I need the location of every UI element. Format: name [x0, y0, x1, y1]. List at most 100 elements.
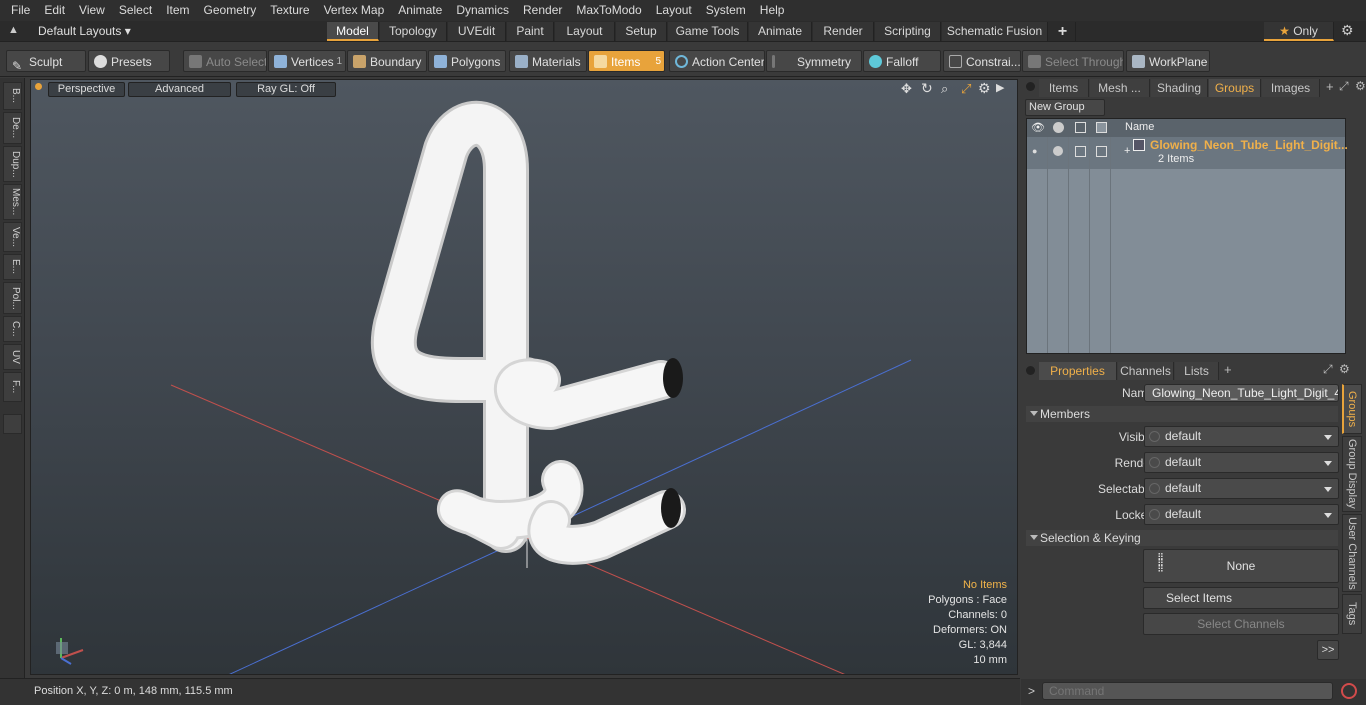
visible-dropdown[interactable]: default [1144, 426, 1339, 447]
side-tab-groups[interactable]: Groups [1342, 384, 1362, 434]
tab-schematic-fusion[interactable]: Schematic Fusion [942, 22, 1048, 41]
vertices-button[interactable]: Vertices 1 [268, 50, 346, 72]
lock-icon[interactable] [1096, 122, 1107, 133]
keying-none-button[interactable]: ⠿ ⠿ ⠿ None [1143, 549, 1339, 583]
menu-maxtomodo[interactable]: MaxToModo [569, 0, 648, 21]
tab-curve[interactable]: C... [3, 316, 22, 342]
row-eye-icon[interactable]: ● [1032, 146, 1037, 156]
tab-animate[interactable]: Animate [749, 22, 812, 41]
menu-help[interactable]: Help [753, 0, 792, 21]
presets-button[interactable]: Presets [88, 50, 170, 72]
tab-properties[interactable]: Properties [1039, 362, 1117, 380]
tab-uv[interactable]: UV [3, 344, 22, 370]
menu-render[interactable]: Render [516, 0, 569, 21]
add-tab-icon[interactable]: + [1326, 79, 1334, 94]
menu-system[interactable]: System [699, 0, 753, 21]
selectable-dropdown[interactable]: default [1144, 478, 1339, 499]
render-icon[interactable] [1053, 122, 1064, 133]
panel-menu-icon[interactable] [1026, 82, 1035, 91]
expand-plus-icon[interactable]: + [1124, 145, 1130, 157]
new-group-button[interactable]: New Group [1025, 99, 1105, 116]
tab-duplicate[interactable]: Dup... [3, 146, 22, 182]
props-menu-icon[interactable] [1026, 366, 1035, 375]
menu-select[interactable]: Select [112, 0, 159, 21]
select-icon[interactable] [1075, 122, 1086, 133]
tab-fusion[interactable]: F... [3, 372, 22, 402]
name-field[interactable]: Glowing_Neon_Tube_Light_Digit_4 (3) [1144, 384, 1339, 402]
layout-preset-dropdown[interactable]: Default Layouts ▾ [38, 23, 131, 40]
menu-item[interactable]: Item [159, 0, 196, 21]
side-tab-group-display[interactable]: Group Display [1342, 436, 1362, 512]
menu-texture[interactable]: Texture [263, 0, 316, 21]
panel-gear-icon[interactable]: ⚙ [1355, 79, 1366, 93]
menu-edit[interactable]: Edit [37, 0, 72, 21]
gear-icon[interactable]: ⚙ [1341, 22, 1354, 39]
polygons-button[interactable]: Polygons [428, 50, 506, 72]
locked-dropdown[interactable]: default [1144, 504, 1339, 525]
select-through-button[interactable]: Select Through [1022, 50, 1124, 72]
tab-edge[interactable]: E... [3, 254, 22, 280]
tab-groups[interactable]: Groups [1209, 79, 1261, 97]
menu-layout[interactable]: Layout [649, 0, 699, 21]
props-gear-icon[interactable]: ⚙ [1339, 362, 1350, 376]
items-button[interactable]: Items 5 [588, 50, 665, 72]
props-expand-icon[interactable]: ⤢ [1323, 362, 1333, 377]
command-input[interactable] [1042, 682, 1333, 700]
side-tab-tags[interactable]: Tags [1342, 594, 1362, 634]
tab-items[interactable]: Items [1039, 79, 1089, 97]
materials-button[interactable]: Materials [509, 50, 587, 72]
tab-mesh-edit[interactable]: Mes... [3, 184, 22, 220]
tab-images[interactable]: Images [1262, 79, 1320, 97]
side-tab-user-channels[interactable]: User Channels [1342, 514, 1362, 592]
tab-scripting[interactable]: Scripting [875, 22, 941, 41]
tab-deform[interactable]: De... [3, 112, 22, 144]
menu-animate[interactable]: Animate [391, 0, 449, 21]
tab-uvedit[interactable]: UVEdit [448, 22, 506, 41]
tab-layout[interactable]: Layout [555, 22, 615, 41]
menu-geometry[interactable]: Geometry [197, 0, 264, 21]
tab-shading[interactable]: Shading [1151, 79, 1208, 97]
menu-vertex-map[interactable]: Vertex Map [317, 0, 392, 21]
constraints-button[interactable]: Constrai... [943, 50, 1021, 72]
tab-lists[interactable]: Lists [1175, 362, 1219, 380]
action-center-button[interactable]: Action Center [669, 50, 765, 72]
menu-file[interactable]: File [4, 0, 37, 21]
menu-view[interactable]: View [72, 0, 112, 21]
expand-icon[interactable]: ⤢ [1339, 79, 1349, 94]
more-button[interactable]: >> [1317, 640, 1339, 660]
selection-keying-section[interactable]: Selection & Keying [1026, 530, 1338, 546]
auto-select-button[interactable]: Auto Select [183, 50, 267, 72]
symmetry-button[interactable]: Symmetry [766, 50, 862, 72]
render-dropdown[interactable]: default [1144, 452, 1339, 473]
row-select-icon[interactable] [1075, 146, 1086, 157]
add-props-tab-icon[interactable]: + [1224, 362, 1232, 377]
tab-model[interactable]: Model [327, 22, 379, 41]
select-items-button[interactable]: Select Items [1143, 587, 1339, 609]
tab-vertex[interactable]: Ve... [3, 222, 22, 252]
tab-game-tools[interactable]: Game Tools [668, 22, 748, 41]
left-panel-toggle[interactable] [3, 414, 22, 434]
row-lock-icon[interactable] [1096, 146, 1107, 157]
boundary-button[interactable]: Boundary [347, 50, 427, 72]
layout-collapse-icon[interactable]: ▲ [8, 24, 20, 38]
tab-setup[interactable]: Setup [616, 22, 667, 41]
add-tab-button[interactable]: + [1050, 22, 1076, 41]
sculpt-button[interactable]: ✎ Sculpt [6, 50, 86, 72]
tab-channels[interactable]: Channels [1118, 362, 1174, 380]
falloff-button[interactable]: Falloff [863, 50, 941, 72]
tab-polygon[interactable]: Pol... [3, 282, 22, 314]
tab-paint[interactable]: Paint [507, 22, 554, 41]
members-section[interactable]: Members [1026, 406, 1338, 422]
record-icon[interactable] [1341, 683, 1357, 699]
tab-mesh[interactable]: Mesh ... [1090, 79, 1150, 97]
tab-topology[interactable]: Topology [380, 22, 447, 41]
tab-render[interactable]: Render [813, 22, 874, 41]
only-toggle[interactable]: ★ Only [1264, 22, 1334, 41]
select-channels-button[interactable]: Select Channels [1143, 613, 1339, 635]
visibility-eye-icon[interactable]: 👁 [1031, 121, 1045, 134]
menu-dynamics[interactable]: Dynamics [449, 0, 516, 21]
row-render-icon[interactable] [1053, 146, 1063, 156]
group-row[interactable]: ● + Glowing_Neon_Tube_Light_Digit... 2 I… [1027, 137, 1348, 169]
3d-viewport[interactable]: Perspective Advanced Ray GL: Off ✥ ↻ ⌕ ⤢… [30, 79, 1018, 675]
tab-basic[interactable]: B... [3, 82, 22, 110]
